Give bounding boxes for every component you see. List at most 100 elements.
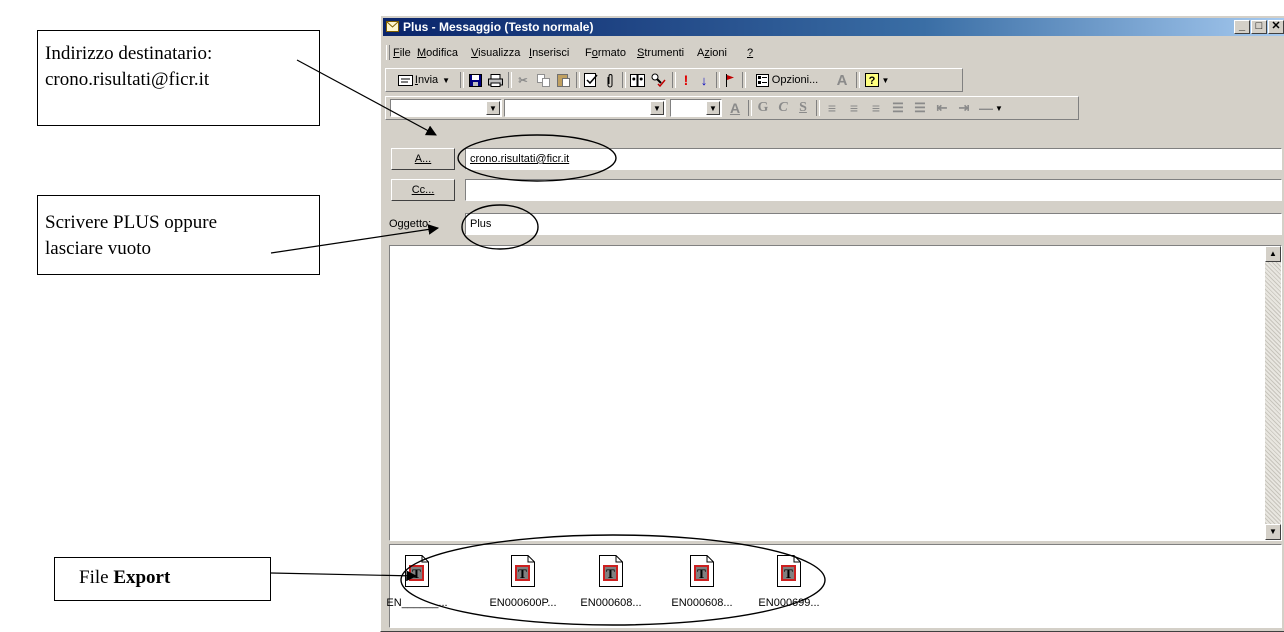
send-label-rest: nvia (417, 74, 439, 86)
export-callout-prefix: File (79, 567, 114, 588)
window-title: Plus - Messaggio (Testo normale) (403, 20, 594, 34)
bold-button[interactable]: G (754, 99, 772, 117)
toolbar-separator (460, 72, 464, 88)
align-left-icon[interactable]: ≡ (822, 99, 842, 117)
save-icon (468, 73, 482, 87)
standard-toolbar: Invia ▼ ✂ ! ↓ Opzioni... A ? ▼ (385, 68, 963, 92)
menu-item[interactable]: File (393, 47, 411, 59)
to-value: crono.risultati@ficr.it (470, 153, 570, 165)
options-button[interactable]: Opzioni... (748, 71, 826, 89)
flag-icon (726, 73, 734, 87)
help-icon: ? (864, 73, 879, 87)
attach-button[interactable] (602, 71, 618, 89)
print-button[interactable] (486, 71, 504, 89)
to-button-label: A... (414, 153, 432, 165)
horizontal-line-icon[interactable]: — ▼ (976, 99, 1006, 117)
save-button[interactable] (466, 71, 484, 89)
copy-icon (536, 73, 550, 87)
message-body[interactable]: ▲ ▼ (389, 245, 1282, 541)
attachment-item[interactable]: T EN000608... (567, 555, 655, 609)
scroll-up-icon[interactable]: ▲ (1265, 246, 1281, 262)
subject-callout-line2: lasciare vuoto (45, 238, 152, 259)
cc-button-label: Cc... (411, 184, 435, 196)
style-select[interactable]: ▼ (390, 99, 502, 117)
to-field[interactable]: crono.risultati@ficr.it (465, 148, 1282, 170)
copy-button[interactable] (534, 71, 552, 89)
attachment-icon: T (599, 555, 623, 587)
attachment-icon: T (405, 555, 429, 587)
attachment-item[interactable]: T EN______... (373, 555, 461, 609)
svg-text:T: T (412, 566, 421, 581)
attachment-name: EN000699... (758, 597, 820, 609)
send-dropdown-icon: ▼ (442, 75, 451, 85)
svg-text:T: T (518, 566, 527, 581)
bullets-icon[interactable]: ☰ (888, 99, 908, 117)
chevron-down-icon: ▼ (486, 101, 500, 115)
chevron-down-icon: ▼ (706, 101, 720, 115)
check-names-icon (584, 73, 598, 87)
menu-item[interactable]: ? (747, 47, 753, 59)
paste-icon (556, 74, 570, 87)
menu-item[interactable]: Formato (585, 47, 626, 59)
importance-high-icon[interactable]: ! (678, 71, 694, 89)
title-bar[interactable]: Plus - Messaggio (Testo normale) _ □ ✕ (383, 18, 1284, 36)
to-button[interactable]: A... (391, 148, 455, 170)
underline-button[interactable]: S (794, 99, 812, 117)
increase-indent-icon[interactable]: ⇥ (954, 99, 974, 117)
maximize-button[interactable]: □ (1251, 20, 1267, 34)
export-callout-bold: Export (113, 567, 171, 588)
subject-field[interactable]: Plus (465, 213, 1282, 235)
attachment-icon: T (777, 555, 801, 587)
attachment-name: EN000608... (671, 597, 733, 609)
font-size-select[interactable]: ▼ (670, 99, 722, 117)
cut-icon[interactable]: ✂ (514, 71, 532, 89)
italic-button[interactable]: C (774, 99, 792, 117)
help-dropdown-icon: ▼ (881, 75, 890, 85)
print-icon (487, 73, 503, 87)
attachment-item[interactable]: T EN000699... (745, 555, 833, 609)
message-window: Plus - Messaggio (Testo normale) _ □ ✕ Fil… (380, 15, 1284, 632)
flag-button[interactable] (722, 71, 738, 89)
help-button[interactable]: ? ▼ (862, 71, 892, 89)
send-button[interactable]: Invia ▼ (392, 71, 456, 89)
menu-item-label: nserisci (532, 47, 570, 59)
svg-text:T: T (784, 566, 793, 581)
importance-low-icon[interactable]: ↓ (696, 71, 712, 89)
menu-item-accelerator: F (393, 47, 400, 59)
attachment-name: EN______... (386, 597, 448, 609)
font-select[interactable]: ▼ (504, 99, 666, 117)
paste-button[interactable] (554, 71, 572, 89)
attachment-icon: T (511, 555, 535, 587)
menu-item[interactable]: Inserisci (529, 47, 569, 59)
attachment-item[interactable]: T EN000600P... (479, 555, 567, 609)
check-names-button[interactable] (582, 71, 600, 89)
menu-item[interactable]: Strumenti (637, 47, 684, 59)
numbering-icon[interactable]: ☰ (910, 99, 930, 117)
menu-item[interactable]: Azioni (697, 47, 727, 59)
minimize-button[interactable]: _ (1234, 20, 1250, 34)
menu-item[interactable]: Visualizza (471, 47, 520, 59)
attachment-icon: T (690, 555, 714, 587)
menu-item[interactable]: Modifica (417, 47, 458, 59)
cc-button[interactable]: Cc... (391, 179, 455, 201)
font-color-icon[interactable]: A (726, 99, 744, 117)
svg-text:T: T (606, 566, 615, 581)
cc-field[interactable] (465, 179, 1282, 201)
align-right-icon[interactable]: ≡ (866, 99, 886, 117)
attachment-item[interactable]: T EN000608... (658, 555, 746, 609)
envelope-icon (386, 21, 399, 32)
close-button[interactable]: ✕ (1268, 20, 1284, 34)
font-color-toolbar-icon[interactable]: A (832, 71, 852, 89)
recipient-callout-line1: Indirizzo destinatario: (45, 43, 213, 64)
menu-item-accelerator: ? (747, 47, 754, 59)
menu-grip[interactable] (386, 45, 390, 60)
address-book-button[interactable] (628, 71, 646, 89)
spell-check-button[interactable] (648, 71, 668, 89)
address-book-icon (629, 73, 645, 87)
export-callout: File Export (54, 557, 271, 601)
align-center-icon[interactable]: ≡ (844, 99, 864, 117)
decrease-indent-icon[interactable]: ⇤ (932, 99, 952, 117)
subject-value: Plus (470, 218, 492, 230)
scroll-down-icon[interactable]: ▼ (1265, 524, 1281, 540)
vertical-scrollbar[interactable]: ▲ ▼ (1265, 246, 1281, 540)
